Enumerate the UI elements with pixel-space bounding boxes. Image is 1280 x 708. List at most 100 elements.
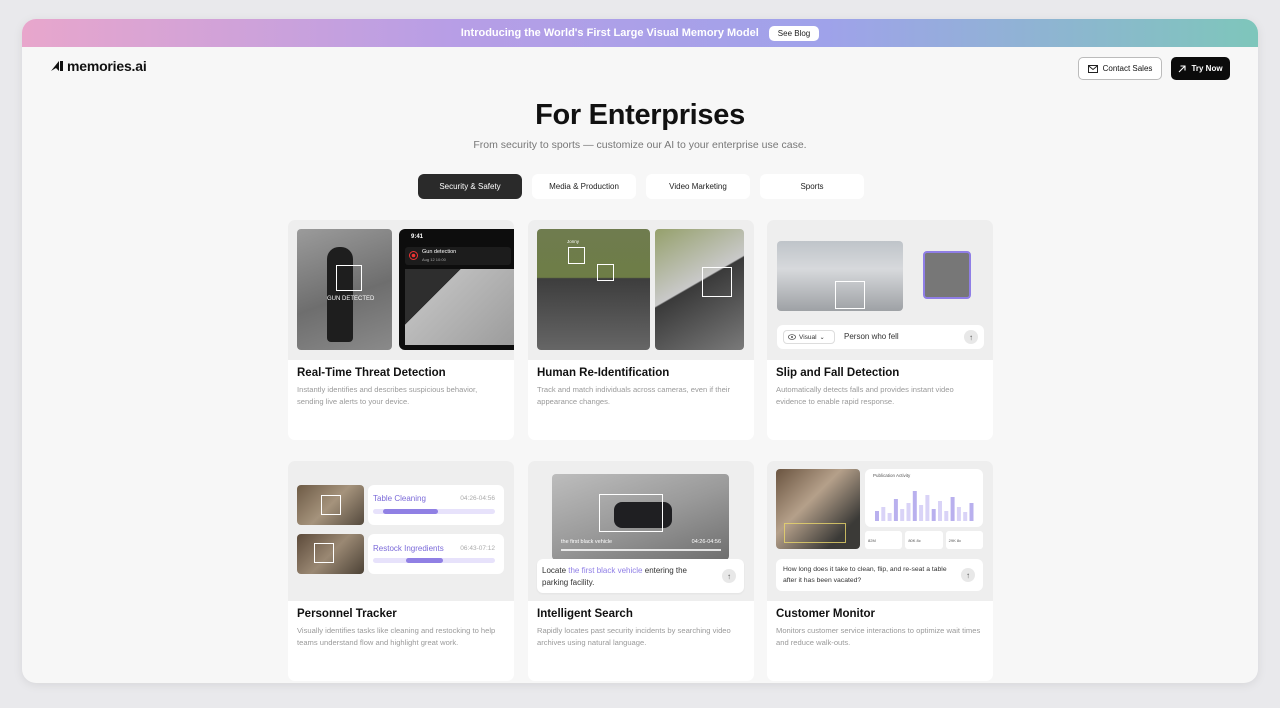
task-progress xyxy=(383,509,438,514)
arrow-up-right-icon xyxy=(1179,64,1186,72)
detection-box xyxy=(314,543,334,563)
restaurant-image xyxy=(776,469,860,549)
mode-select[interactable]: Visual ⌄ xyxy=(783,330,835,344)
card-title: Human Re-Identification xyxy=(537,367,670,379)
detection-box xyxy=(568,247,585,264)
card-media: Publication Activity 82M 80K 8c 29K 8c H… xyxy=(767,461,993,601)
card-customer-monitor[interactable]: Publication Activity 82M 80K 8c 29K 8c H… xyxy=(767,461,993,681)
try-now-button[interactable]: Try Now xyxy=(1171,57,1230,80)
chart-panel-title: Publication Activity xyxy=(873,473,911,478)
announcement-banner: Introducing the World's First Large Visu… xyxy=(22,19,1258,47)
card-intelligent-search[interactable]: the first black vehicle 04:26-04:56 Loca… xyxy=(528,461,754,681)
alert-title: Gun detection xyxy=(422,249,457,255)
card-description: Rapidly locates past security incidents … xyxy=(537,626,731,647)
card-media: Table Cleaning 04:26-04:56 Restock Ingre… xyxy=(288,461,514,601)
card-title: Customer Monitor xyxy=(776,608,876,620)
category-tabs: Security & Safety Media & Production Vid… xyxy=(418,174,864,199)
query-highlight: the first black vehicle xyxy=(568,566,643,575)
activity-bar xyxy=(912,491,917,521)
activity-bar xyxy=(969,503,974,521)
card-media: the first black vehicle 04:26-04:56 Loca… xyxy=(528,461,754,601)
task-2-image xyxy=(297,534,364,574)
banner-text: Introducing the World's First Large Visu… xyxy=(460,27,759,39)
activity-bar xyxy=(900,509,905,521)
mode-label: Visual xyxy=(799,333,817,341)
tab-media-production[interactable]: Media & Production xyxy=(532,174,636,199)
card-title: Real-Time Threat Detection xyxy=(297,367,446,379)
detection-box xyxy=(599,494,663,532)
task-progress xyxy=(406,558,443,563)
search-query-bar[interactable]: Locate the first black vehicle entering … xyxy=(537,559,744,593)
detection-box xyxy=(597,264,614,281)
clip-scrubber[interactable] xyxy=(561,549,721,551)
card-human-reid[interactable]: Jonny Human Re-Identification Track and … xyxy=(528,220,754,440)
camera-2-image xyxy=(655,229,744,350)
card-media: Visual ⌄ Person who fell ↑ xyxy=(767,220,993,360)
try-now-label: Try Now xyxy=(1191,64,1223,73)
office-cctv-image xyxy=(777,241,903,311)
activity-bar xyxy=(875,511,879,521)
logo-mark-icon xyxy=(51,61,63,71)
contact-sales-button[interactable]: Contact Sales xyxy=(1078,57,1162,80)
activity-bar xyxy=(887,513,892,521)
task-row: Restock Ingredients 06:43-07:12 xyxy=(368,534,504,574)
task-timeline xyxy=(373,558,495,563)
task-label: Restock Ingredients xyxy=(373,544,444,553)
phone-time: 9:41 xyxy=(411,234,424,240)
query-text: Person who fell xyxy=(844,332,899,341)
page-title: For Enterprises xyxy=(535,99,745,131)
see-blog-button[interactable]: See Blog xyxy=(768,25,820,41)
activity-bar xyxy=(925,495,930,521)
card-slip-fall[interactable]: Visual ⌄ Person who fell ↑ Slip and Fall… xyxy=(767,220,993,440)
activity-bar xyxy=(944,511,949,521)
submit-arrow-icon[interactable]: ↑ xyxy=(961,568,975,582)
stat-tile: 82M xyxy=(865,531,903,549)
query-bar[interactable]: Visual ⌄ Person who fell ↑ xyxy=(777,325,984,349)
logo[interactable]: memories.ai xyxy=(50,58,147,74)
phone-mockup: 9:41 Gun detection Aug 12 10:00 xyxy=(399,229,514,350)
activity-bar xyxy=(963,512,968,521)
contact-sales-label: Contact Sales xyxy=(1102,64,1153,73)
task-label: Table Cleaning xyxy=(373,494,426,503)
alert-date: Aug 12 10:00 xyxy=(422,257,446,262)
parking-image: the first black vehicle 04:26-04:56 xyxy=(552,474,729,560)
card-title: Personnel Tracker xyxy=(297,608,397,620)
card-description: Instantly identifies and describes suspi… xyxy=(297,385,478,406)
activity-bar xyxy=(938,501,942,521)
task-row: Table Cleaning 04:26-04:56 xyxy=(368,485,504,525)
card-description: Monitors customer service interactions t… xyxy=(776,626,981,647)
page-frame: Introducing the World's First Large Visu… xyxy=(22,19,1258,683)
activity-chart-panel: Publication Activity xyxy=(865,469,983,527)
activity-bar-chart xyxy=(875,491,974,521)
question-bar[interactable]: How long does it take to clean, flip, an… xyxy=(776,559,983,591)
detection-box xyxy=(336,265,362,291)
submit-arrow-icon[interactable]: ↑ xyxy=(964,330,978,344)
card-media: GUN DETECTED 9:41 Gun detection Aug 12 1… xyxy=(288,220,514,360)
tab-sports[interactable]: Sports xyxy=(760,174,864,199)
tab-video-marketing[interactable]: Video Marketing xyxy=(646,174,750,199)
activity-bar xyxy=(919,505,924,521)
cctv-image: GUN DETECTED xyxy=(297,229,392,350)
card-description: Track and match individuals across camer… xyxy=(537,385,731,406)
activity-bar xyxy=(881,507,886,521)
submit-arrow-icon[interactable]: ↑ xyxy=(722,569,736,583)
task-time: 04:26-04:56 xyxy=(460,495,495,502)
card-media: Jonny xyxy=(528,220,754,360)
card-personnel-tracker[interactable]: Table Cleaning 04:26-04:56 Restock Ingre… xyxy=(288,461,514,681)
card-description: Automatically detects falls and provides… xyxy=(776,385,954,406)
page-subtitle: From security to sports — customize our … xyxy=(473,139,807,151)
question-text: How long does it take to clean, flip, an… xyxy=(783,566,947,584)
search-query-text: Locate the first black vehicle entering … xyxy=(542,565,712,588)
logo-text: memories.ai xyxy=(67,58,147,74)
detection-box xyxy=(835,281,865,309)
alert-icon xyxy=(409,251,418,260)
clip-time: 04:26-04:56 xyxy=(691,539,721,545)
camera-1-image: Jonny xyxy=(537,229,650,350)
tab-security-safety[interactable]: Security & Safety xyxy=(418,174,522,199)
chevron-down-icon: ⌄ xyxy=(819,334,825,341)
task-time: 06:43-07:12 xyxy=(460,545,495,552)
card-title: Slip and Fall Detection xyxy=(776,367,900,379)
card-threat-detection[interactable]: GUN DETECTED 9:41 Gun detection Aug 12 1… xyxy=(288,220,514,440)
top-nav: memories.ai Contact Sales Try Now xyxy=(22,57,1258,83)
stat-tile: 80K 8c xyxy=(905,531,943,549)
